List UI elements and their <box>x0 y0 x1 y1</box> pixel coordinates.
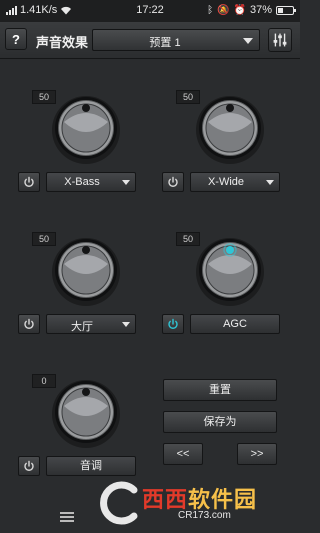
status-bar: 1.41K/s 17:22 ᛒ 🔕 ⏰ 37% <box>0 0 300 22</box>
knob[interactable] <box>194 92 266 164</box>
power-toggle[interactable] <box>18 314 40 334</box>
watermark-domain: CR173.com <box>178 510 231 521</box>
watermark-logo: 西西软件园 CR173.com <box>98 480 288 526</box>
chevron-down-icon <box>122 322 130 327</box>
alarm-icon: ⏰ <box>233 4 246 16</box>
effect-dropdown[interactable]: X-Bass <box>46 172 136 192</box>
chevron-down-icon <box>122 180 130 185</box>
effect-unit-1: 50 X-Bass <box>18 90 138 210</box>
knob[interactable] <box>50 376 122 448</box>
equalizer-icon <box>273 33 287 47</box>
save-as-button[interactable]: 保存为 <box>163 411 277 433</box>
knob-graphic <box>196 238 264 306</box>
effect-unit-4: 50 AGC <box>162 232 282 352</box>
menu-icon[interactable] <box>60 512 74 522</box>
power-icon <box>168 318 178 329</box>
knob-graphic <box>52 238 120 306</box>
toolbar: ? 声音效果 预置 1 <box>0 22 300 59</box>
effect-button[interactable]: AGC <box>190 314 280 334</box>
power-icon <box>168 176 178 187</box>
chevron-down-icon <box>266 180 274 185</box>
effect-dropdown[interactable]: X-Wide <box>190 172 280 192</box>
knob[interactable] <box>50 234 122 306</box>
watermark-c-icon <box>100 481 138 525</box>
bluetooth-icon: ᛒ <box>207 4 214 16</box>
effect-label: X-Wide <box>207 176 245 188</box>
power-icon <box>24 176 34 187</box>
knob[interactable] <box>50 92 122 164</box>
equalizer-button[interactable] <box>268 28 292 52</box>
effect-unit-2: 50 X-Wide <box>162 90 282 210</box>
power-toggle[interactable] <box>162 172 184 192</box>
battery-level <box>278 7 284 13</box>
knob-graphic <box>52 96 120 164</box>
chevron-down-icon <box>243 38 253 44</box>
power-toggle[interactable] <box>18 172 40 192</box>
effect-unit-5: 0 音调 <box>18 374 138 494</box>
page-title: 声音效果 <box>36 35 89 50</box>
preset-dropdown[interactable]: 预置 1 <box>92 29 260 51</box>
knob[interactable] <box>194 234 266 306</box>
effect-unit-3: 50 大厅 <box>18 232 138 352</box>
knob-graphic <box>52 380 120 448</box>
watermark-brand-b: 软件园 <box>188 487 258 512</box>
preset-label: 预置 1 <box>149 37 181 49</box>
effect-button[interactable]: 音调 <box>46 456 136 476</box>
next-button[interactable]: >> <box>237 443 277 465</box>
power-toggle[interactable] <box>162 314 184 334</box>
watermark-brand-a: 西西 <box>142 487 189 512</box>
power-icon <box>24 460 34 471</box>
power-icon <box>24 318 34 329</box>
status-right: ᛒ 🔕 ⏰ 37% <box>207 4 296 16</box>
reset-button[interactable]: 重置 <box>163 379 277 401</box>
effect-dropdown[interactable]: 大厅 <box>46 314 136 334</box>
power-toggle[interactable] <box>18 456 40 476</box>
knob-graphic <box>196 96 264 164</box>
effect-label: 大厅 <box>71 321 93 333</box>
help-button[interactable]: ? <box>5 28 27 50</box>
previous-button[interactable]: << <box>163 443 203 465</box>
battery-percent: 37% <box>249 4 272 16</box>
effect-label: X-Bass <box>64 176 100 188</box>
battery-icon <box>276 5 296 15</box>
mute-icon: 🔕 <box>217 4 230 16</box>
